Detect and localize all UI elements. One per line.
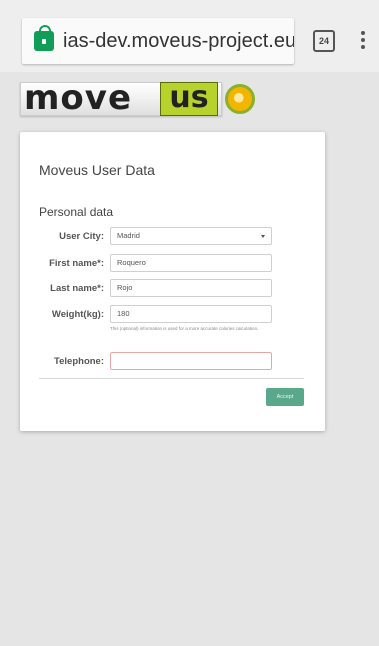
form-divider [39, 378, 304, 379]
city-label: User City: [59, 231, 104, 242]
chevron-down-icon [261, 235, 265, 238]
weight-label: Weight(kg): [51, 309, 104, 320]
logo-ball-icon [225, 84, 255, 114]
browser-toolbar: ias-dev.moveus-project.eu/I 24 [0, 0, 379, 72]
overflow-menu-icon[interactable] [360, 28, 366, 52]
logo-text-move: move [24, 78, 133, 118]
accept-button[interactable]: Accept [266, 388, 304, 406]
last-name-label: Last name*: [50, 283, 104, 294]
section-title: Personal data [39, 205, 114, 219]
tabs-button[interactable]: 24 [313, 30, 335, 52]
address-bar[interactable]: ias-dev.moveus-project.eu/I [22, 18, 294, 64]
first-name-field[interactable]: Roquero [110, 254, 272, 272]
weight-help-text: This (optional) information is used for … [110, 326, 259, 331]
last-name-value: Rojo [117, 283, 133, 292]
lock-icon [34, 25, 54, 51]
city-select[interactable]: Madrid [110, 227, 272, 245]
city-select-value: Madrid [117, 231, 140, 240]
weight-value: 180 [117, 309, 130, 318]
address-bar-url[interactable]: ias-dev.moveus-project.eu/I [63, 30, 294, 53]
first-name-value: Roquero [117, 258, 146, 267]
logo-text-us: us [160, 82, 218, 116]
user-data-card: Moveus User Data Personal data User City… [20, 132, 325, 431]
first-name-label: First name*: [49, 258, 104, 269]
moveus-logo: move us [20, 78, 255, 118]
weight-field[interactable]: 180 [110, 305, 272, 323]
last-name-field[interactable]: Rojo [110, 279, 272, 297]
telephone-label: Telephone: [54, 356, 104, 367]
card-title: Moveus User Data [39, 162, 155, 178]
telephone-field[interactable] [110, 352, 272, 370]
tab-count: 24 [318, 36, 329, 46]
